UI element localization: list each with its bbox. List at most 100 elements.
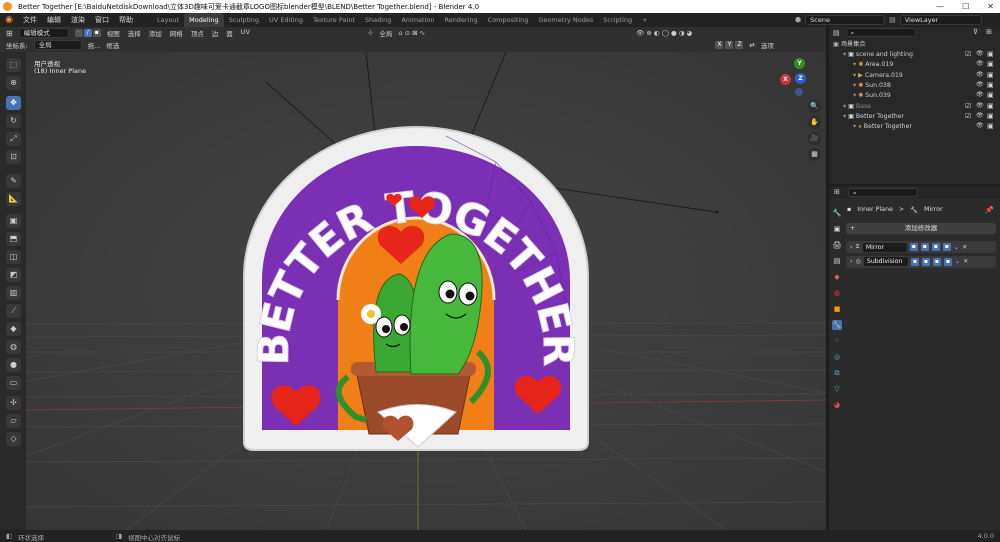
material-tab-icon[interactable]: ◕ bbox=[832, 400, 842, 410]
outliner-item[interactable]: ▾ ▣ scene and lighting bbox=[829, 50, 1000, 60]
gizmo-icons[interactable]: 👁 ⊕ ◐ ◯ ● ◑ ◕ bbox=[636, 29, 692, 37]
select-box-tool-icon[interactable]: ⬚ bbox=[6, 58, 21, 72]
view-layer-tab-icon[interactable]: ▤ bbox=[832, 256, 842, 266]
output-tab-icon[interactable]: 🖨 bbox=[832, 240, 842, 250]
filter-icon[interactable]: ⊽ bbox=[973, 28, 978, 36]
visibility-eye-icon[interactable]: 👁 bbox=[976, 50, 984, 57]
modifier-panel[interactable]: › ◎ Subdivision ▪ ▪ ▪ ▪ ⌄ ✕ bbox=[846, 255, 996, 268]
outliner-item[interactable]: ▾ ✺ Area.019 bbox=[829, 60, 1000, 70]
orientation-selector[interactable]: 全局 bbox=[33, 40, 82, 50]
add-cube-tool-icon[interactable]: ▣ bbox=[6, 214, 21, 228]
render-visibility-icon[interactable]: ▣ bbox=[987, 60, 994, 68]
edit-mode-toggle-icon[interactable]: ▪ bbox=[909, 243, 918, 251]
tool-tab-icon[interactable]: 🔧 bbox=[832, 208, 842, 218]
mode-selector[interactable]: 编辑模式 bbox=[18, 28, 69, 38]
add-workspace-button[interactable]: + bbox=[637, 13, 652, 27]
outliner-editor-icon[interactable]: ▤ bbox=[833, 29, 840, 37]
zoom-icon[interactable]: 🔍 bbox=[808, 100, 821, 113]
viewport-toggle-icon[interactable]: ▪ bbox=[932, 257, 941, 266]
bevel-tool-icon[interactable]: ◩ bbox=[6, 268, 21, 282]
outliner-item[interactable]: ▾ ✺ Sun.038 bbox=[829, 81, 1000, 91]
outliner-item[interactable]: ▾ ⚹ Better Together bbox=[829, 122, 1000, 132]
rotate-tool-icon[interactable]: ↻ bbox=[6, 114, 21, 128]
header-menu-item[interactable]: 边 bbox=[212, 28, 219, 38]
editor-type-icon[interactable]: ⊞ bbox=[6, 29, 13, 38]
workspace-tab[interactable]: Shading bbox=[360, 13, 396, 27]
visibility-eye-icon[interactable]: 👁 bbox=[976, 122, 984, 129]
physics-tab-icon[interactable]: ◎ bbox=[832, 352, 842, 362]
render-visibility-icon[interactable]: ▣ bbox=[987, 50, 994, 58]
visibility-eye-icon[interactable]: 👁 bbox=[976, 91, 984, 98]
scale-tool-icon[interactable]: ⤢ bbox=[6, 132, 21, 146]
menu-item[interactable]: 帮助 bbox=[114, 13, 138, 27]
annotate-tool-icon[interactable]: ✎ bbox=[6, 174, 21, 188]
visibility-eye-icon[interactable]: 👁 bbox=[976, 102, 984, 109]
rip-tool-icon[interactable]: ◇ bbox=[6, 432, 21, 446]
object-tab-icon[interactable]: ■ bbox=[832, 304, 842, 314]
render-visibility-icon[interactable]: ▣ bbox=[987, 102, 994, 110]
modifier-panel[interactable]: › ⧖ Mirror ▪ ▪ ▪ ▪ ⌄ ✕ bbox=[846, 241, 996, 253]
workspace-tab[interactable]: UV Editing bbox=[264, 13, 308, 27]
nav-gizmo-z-axis[interactable]: Z bbox=[795, 73, 806, 84]
header-menu-item[interactable]: 视图 bbox=[107, 28, 120, 38]
transform-orientation-icon[interactable]: ⊹ bbox=[368, 29, 373, 37]
spin-tool-icon[interactable]: ◍ bbox=[6, 340, 21, 354]
cursor-tool-icon[interactable]: ⊕ bbox=[6, 76, 21, 90]
modifier-tab-icon[interactable]: 🔧 bbox=[832, 320, 842, 330]
render-visibility-icon[interactable]: ▣ bbox=[987, 71, 994, 79]
nav-gizmo-y-axis[interactable]: Y bbox=[794, 58, 805, 69]
workspace-tab[interactable]: Texture Paint bbox=[308, 13, 360, 27]
properties-editor-icon[interactable]: ⊞ bbox=[834, 188, 840, 196]
viewport-toggle-icon[interactable]: ▪ bbox=[931, 243, 940, 251]
modifier-dropdown-icon[interactable]: ⌄ bbox=[955, 258, 960, 265]
header-menu-item[interactable]: 面 bbox=[226, 28, 233, 38]
header-menu-item[interactable]: 网格 bbox=[170, 28, 183, 38]
exclude-checkbox[interactable]: ☑ bbox=[965, 102, 971, 110]
remove-modifier-icon[interactable]: ✕ bbox=[962, 244, 967, 251]
shrink-fatten-tool-icon[interactable]: ✢ bbox=[6, 396, 21, 410]
add-modifier-button[interactable]: + 添加修改器 bbox=[846, 223, 996, 234]
render-visibility-icon[interactable]: ▣ bbox=[987, 81, 994, 89]
new-collection-icon[interactable]: ⊞ bbox=[986, 28, 992, 36]
nav-gizmo-x-axis[interactable]: X bbox=[780, 74, 791, 85]
menu-item[interactable]: 文件 bbox=[18, 13, 42, 27]
snap-icon[interactable]: ⌂ ⊙ ⊠ ∿ bbox=[398, 29, 425, 37]
properties-search-input[interactable]: ⌕ bbox=[847, 187, 918, 197]
poly-build-tool-icon[interactable]: ◆ bbox=[6, 322, 21, 336]
loop-cut-tool-icon[interactable]: ▥ bbox=[6, 286, 21, 300]
data-tab-icon[interactable]: ▽ bbox=[832, 384, 842, 394]
workspace-tab[interactable]: Sculpting bbox=[224, 13, 264, 27]
header-menu-item[interactable]: 顶点 bbox=[191, 28, 204, 38]
visibility-eye-icon[interactable]: 👁 bbox=[976, 60, 984, 67]
outliner-item[interactable]: ▾ ▣ Base bbox=[829, 102, 1000, 112]
particles-tab-icon[interactable]: ⁘ bbox=[832, 336, 842, 346]
knife-tool-icon[interactable]: ⟋ bbox=[6, 304, 21, 318]
maximize-button[interactable]: ☐ bbox=[962, 2, 969, 11]
pan-hand-icon[interactable]: ✋ bbox=[808, 116, 821, 129]
render-toggle-icon[interactable]: ▪ bbox=[942, 243, 951, 251]
outliner-item[interactable]: ▾ ▶ Camera.019 bbox=[829, 71, 1000, 81]
render-visibility-icon[interactable]: ▣ bbox=[987, 112, 994, 120]
header-menu-item[interactable]: 选择 bbox=[128, 28, 141, 38]
edge-select-icon[interactable]: / bbox=[83, 29, 92, 37]
workspace-tab[interactable]: Scripting bbox=[598, 13, 637, 27]
move-tool-icon[interactable]: ✥ bbox=[6, 96, 21, 110]
scene-tab-icon[interactable]: ◆ bbox=[832, 272, 842, 282]
blender-menu-icon[interactable]: ◉ bbox=[0, 15, 18, 25]
inset-tool-icon[interactable]: ◫ bbox=[6, 250, 21, 264]
camera-view-icon[interactable]: 🎥 bbox=[808, 132, 821, 145]
visibility-eye-icon[interactable]: 👁 bbox=[976, 112, 984, 119]
menu-item[interactable]: 编辑 bbox=[42, 13, 66, 27]
render-visibility-icon[interactable]: ▣ bbox=[987, 91, 994, 99]
edge-slide-tool-icon[interactable]: ▭ bbox=[6, 376, 21, 390]
vertex-select-icon[interactable]: · bbox=[74, 29, 83, 37]
cage-toggle-icon[interactable]: ▪ bbox=[921, 257, 930, 266]
exclude-checkbox[interactable]: ☑ bbox=[965, 112, 971, 120]
constraints-tab-icon[interactable]: ⧉ bbox=[832, 368, 842, 378]
extrude-tool-icon[interactable]: ⬒ bbox=[6, 232, 21, 246]
scene-collection-row[interactable]: ▣ 场景集合 bbox=[829, 40, 1000, 50]
header-menu-item[interactable]: 添加 bbox=[149, 28, 162, 38]
modifier-dropdown-icon[interactable]: ⌄ bbox=[954, 244, 959, 251]
face-select-icon[interactable]: ▪ bbox=[92, 29, 101, 37]
minimize-button[interactable]: — bbox=[936, 2, 944, 11]
